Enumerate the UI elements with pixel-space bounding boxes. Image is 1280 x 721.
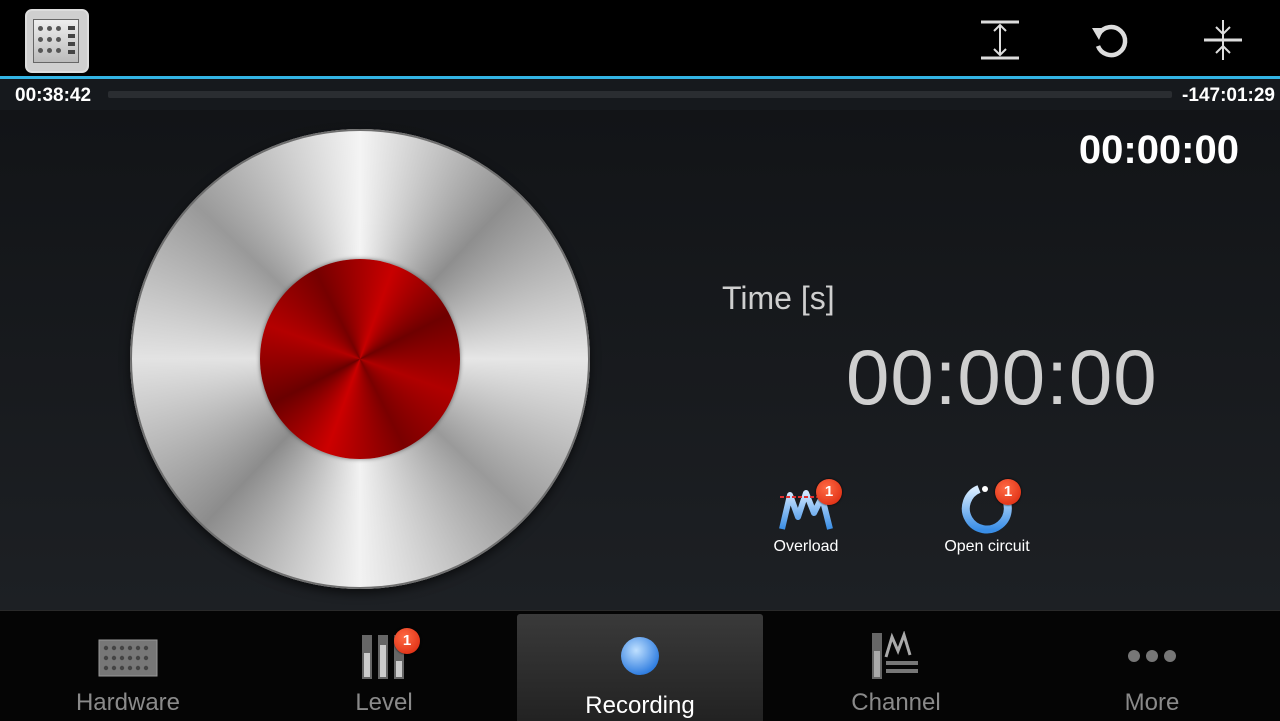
collapse-icon[interactable]	[1199, 16, 1247, 64]
more-icon	[1128, 650, 1176, 662]
device-graphic	[33, 19, 79, 63]
time-value: 00:00:00	[846, 333, 1158, 421]
tab-level[interactable]: 1 Level	[261, 611, 507, 721]
remaining-time: -147:01:29	[1182, 85, 1275, 106]
record-button[interactable]	[130, 129, 590, 589]
fit-vertical-icon[interactable]	[976, 16, 1024, 64]
tab-channel[interactable]: Channel	[773, 611, 1019, 721]
recording-elapsed-display: 00:00:00	[1078, 128, 1239, 172]
open-circuit-label: Open circuit	[944, 538, 1030, 555]
reset-icon[interactable]	[1086, 16, 1134, 64]
tab-more[interactable]: More	[1029, 611, 1275, 721]
tab-more-label: More	[1124, 689, 1180, 716]
overload-label: Overload	[773, 538, 839, 555]
tab-recording-label: Recording	[585, 692, 695, 719]
tab-channel-label: Channel	[851, 689, 941, 716]
tab-hardware-label: Hardware	[75, 689, 181, 716]
time-progress-bar[interactable]	[108, 91, 1172, 98]
channel-icon	[872, 631, 918, 679]
tab-recording[interactable]: Recording	[517, 614, 763, 721]
app-device-icon[interactable]	[25, 9, 89, 73]
bottom-nav: Hardware 1 Level Recording Channel More	[0, 610, 1280, 721]
tab-level-label: Level	[355, 689, 413, 716]
action-bar	[0, 0, 1280, 79]
open-circuit-indicator[interactable]: 1 Open circuit	[927, 479, 1047, 556]
time-label: Time [s]	[722, 280, 835, 316]
elapsed-time: 00:38:42	[15, 85, 92, 106]
overload-indicator[interactable]: 1 Overload	[746, 479, 866, 556]
level-badge: 1	[394, 628, 420, 654]
open-circuit-badge: 1	[995, 479, 1021, 505]
overload-badge: 1	[816, 479, 842, 505]
recording-icon	[621, 637, 659, 675]
record-center	[260, 259, 460, 459]
tab-hardware[interactable]: Hardware	[5, 611, 251, 721]
hardware-icon	[98, 639, 158, 677]
